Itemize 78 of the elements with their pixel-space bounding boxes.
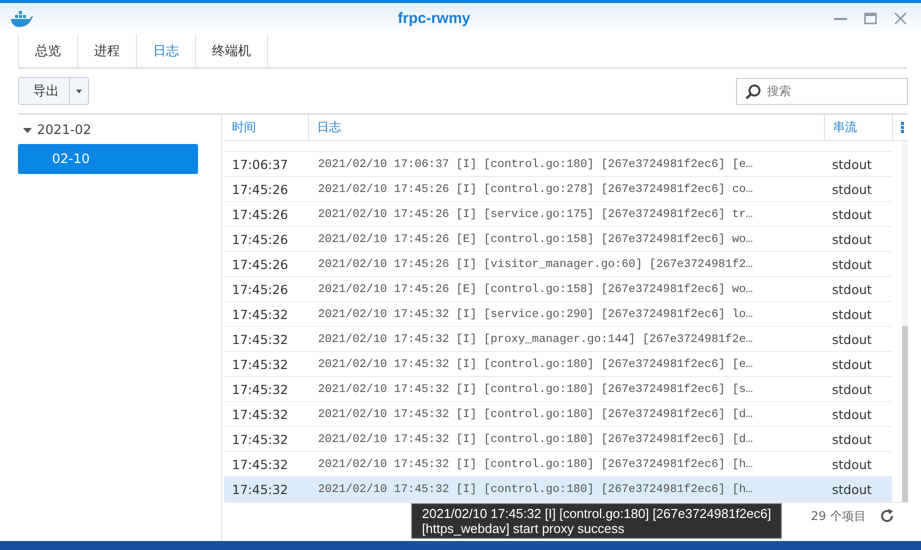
table-cell-text: stdout [831, 206, 873, 222]
column-header[interactable]: 时间 [224, 115, 308, 140]
table-row[interactable]: 17:45:32 2021/02/10 17:45:32 [I] [control.go:180] [267e3724981f2ec6] [e… stdout [224, 352, 892, 377]
tab[interactable]: 终端机 [195, 34, 268, 67]
table-cell-text: 2021/02/10 17:45:32 [I] [control.go:180] [267e3724981f2ec6] [d… [317, 432, 754, 446]
table-row[interactable]: 17:45:26 2021/02/10 17:45:26 [I] [control.go:278] [267e3724981f2ec6] co… stdout [224, 177, 892, 202]
tooltip-text: [https_webdav] start proxy success [422, 521, 626, 536]
table-cell-text: 17:45:32 [231, 432, 290, 446]
table-cell-text: 17:45:26 [231, 282, 290, 296]
whale-logo-icon [10, 10, 34, 28]
caret-icon [76, 88, 82, 94]
table-cell-text: 17:45:32 [231, 456, 290, 472]
table-cell-text: stdout [831, 156, 873, 172]
table-row[interactable]: 17:45:32 2021/02/10 17:45:32 [I] [service.go:290] [267e3724981f2ec6] lo… stdout [224, 302, 892, 327]
column-header[interactable]: 日志 [308, 115, 824, 140]
table-cell-text: 17:45:32 [231, 406, 290, 422]
table-row[interactable]: 17:45:26 2021/02/10 17:45:26 [E] [control.go:158] [267e3724981f2ec6] wo… stdout [224, 277, 892, 302]
table-cell-text: 17:45:26 [231, 206, 290, 222]
caret-icon [23, 128, 32, 133]
table-cell-text: stdout [831, 356, 873, 372]
table-cell-text: 17:45:32 [231, 332, 290, 346]
table-row[interactable]: 17:45:26 2021/02/10 17:45:26 [I] [service.go:175] [267e3724981f2ec6] tr… stdout [224, 202, 892, 227]
table-cell-text: 2021/02/10 17:45:32 [I] [service.go:290] [267e3724981f2ec6] lo… [317, 308, 754, 320]
table-cell-text: 17:45:32 [231, 306, 290, 322]
table-cell-text: stdout [831, 482, 873, 496]
table-cell-text: stdout [831, 432, 873, 446]
table-cell-text: 2021/02/10 17:45:32 [I] [proxy_manager.go:144] [267e3724981f2e… [317, 332, 754, 346]
table-cell-text: stdout [831, 256, 873, 272]
table-cell-text: 2021/02/10 17:45:32 [I] [control.go:180] [267e3724981f2ec6] [s… [317, 382, 754, 396]
tab[interactable]: 进程 [77, 34, 136, 67]
search-field[interactable]: 搜索 [736, 78, 908, 104]
table-cell-text: 17:06:37 [231, 156, 290, 172]
item-count: 29 个项目 [810, 508, 866, 524]
table-row[interactable]: 17:06:37 2021/02/10 17:06:37 [I] [control.go:180] [267e3724981f2ec6] [e… stdout [224, 152, 892, 177]
tree-item-label: 2021-02 [37, 123, 92, 138]
table-cell-text: 17:45:32 [231, 382, 290, 396]
more-options-icon[interactable] [900, 122, 904, 133]
table-cell-text: 17:45:26 [231, 232, 290, 246]
table-cell-text: stdout [831, 306, 873, 322]
table-cell-text: 2021/02/10 17:45:26 [I] [control.go:278] [267e3724981f2ec6] co… [317, 182, 754, 196]
table-cell-text: 2021/02/10 17:45:32 [I] [control.go:180] [267e3724981f2ec6] [e… [317, 358, 754, 370]
table-cell-text: 2021/02/10 17:06:37 [I] [control.go:180] [267e3724981f2ec6] [e… [317, 158, 754, 170]
table-cell-text: stdout [831, 456, 873, 472]
table-row[interactable]: 17:45:32 2021/02/10 17:45:32 [I] [proxy_manager.go:144] [267e3724981f2e… stdout [224, 327, 892, 352]
table-cell-text: 2021/02/10 17:45:32 [I] [control.go:180] [267e3724981f2ec6] [h… [317, 458, 754, 470]
table-cell-text: stdout [831, 332, 873, 346]
table-cell-text: 17:45:32 [231, 482, 290, 496]
table-cell-text: stdout [831, 382, 873, 396]
scrollbar-thumb[interactable] [902, 326, 908, 502]
maximize-icon[interactable] [864, 12, 877, 25]
table-cell-text: stdout [831, 232, 873, 246]
table-row[interactable]: 17:45:32 2021/02/10 17:45:32 [I] [control.go:180] [267e3724981f2ec6] [d… stdout [224, 427, 892, 452]
window-title: frpc-rwmy [396, 10, 472, 27]
table-cell-text: 2021/02/10 17:45:26 [E] [control.go:158] [267e3724981f2ec6] wo… [317, 232, 754, 246]
tree-item[interactable]: 02-10 [18, 144, 198, 174]
table-cell-text: stdout [831, 282, 873, 296]
table-cell-text: 17:45:32 [231, 356, 290, 372]
table-cell-text: 2021/02/10 17:45:26 [E] [control.go:158] [267e3724981f2ec6] wo… [317, 282, 754, 296]
table-cell-text: 17:45:26 [231, 256, 290, 272]
tab[interactable]: 总览 [18, 34, 77, 67]
tab[interactable]: 日志 [136, 34, 195, 67]
refresh-icon[interactable] [880, 509, 894, 523]
table-row[interactable]: 17:45:26 2021/02/10 17:45:26 [I] [visitor_manager.go:60] [267e3724981f2… stdout [224, 252, 892, 277]
table-row[interactable]: 17:45:32 2021/02/10 17:45:32 [I] [control.go:180] [267e3724981f2ec6] [s… stdout [224, 377, 892, 402]
table-cell-text: 2021/02/10 17:45:26 [I] [visitor_manager.go:60] [267e3724981f2… [317, 258, 754, 270]
table-cell-text: stdout [831, 182, 873, 196]
tree-item[interactable]: 2021-02 [18, 123, 221, 138]
tooltip-text: 2021/02/10 17:45:32 [I] [control.go:180] [267e3724981f2ec6] [422, 506, 772, 521]
table-row[interactable]: 17:45:32 2021/02/10 17:45:32 [I] [control.go:180] [267e3724981f2ec6] [h… stdout [224, 477, 892, 502]
table-row[interactable]: 17:45:26 2021/02/10 17:45:26 [E] [control.go:158] [267e3724981f2ec6] wo… stdout [224, 227, 892, 252]
table-cell-text: 17:45:26 [231, 182, 290, 196]
table-cell-text: 2021/02/10 17:45:32 [I] [control.go:180] [267e3724981f2ec6] [d… [317, 408, 754, 420]
table-cell-text: stdout [831, 406, 873, 422]
table-row[interactable]: 17:45:32 2021/02/10 17:45:32 [I] [control.go:180] [267e3724981f2ec6] [d… stdout [224, 402, 892, 427]
table-cell-text: 2021/02/10 17:45:32 [I] [control.go:180] [267e3724981f2ec6] [h… [317, 482, 754, 496]
close-icon[interactable] [894, 12, 907, 25]
column-header[interactable]: 串流 [824, 115, 892, 140]
table-cell-text: 2021/02/10 17:45:26 [I] [service.go:175] [267e3724981f2ec6] tr… [317, 208, 754, 220]
